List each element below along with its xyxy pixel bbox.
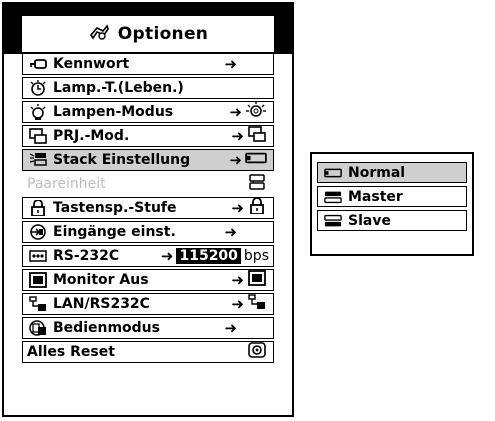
menu-header: Optionen [4, 4, 292, 54]
menu-item-label: LAN/RS232C [53, 296, 150, 312]
arrow-right-icon: ➜ [231, 295, 244, 313]
menu-item-label: Kennwort [53, 56, 130, 72]
stack-setting-submenu: Normal Master Slave [310, 152, 474, 256]
key-icon [28, 55, 48, 73]
projector-slave-icon [324, 214, 344, 228]
monitor-icon [247, 270, 267, 290]
menu-list: Kennwort ➜ Lamp.-T.(Leben.) Lampen-Modus… [22, 52, 274, 412]
padlock-icon [28, 199, 48, 217]
menu-item-lan-rs232c[interactable]: LAN/RS232C ➜ [22, 293, 274, 315]
baud-rate-value[interactable]: 115200 [176, 248, 241, 264]
arrow-right-icon: ➜ [229, 151, 242, 169]
menu-item-label: Lamp.-T.(Leben.) [53, 80, 184, 96]
options-menu: Optionen Kennwort ➜ Lamp.-T.(Leben.) Lam… [2, 2, 294, 417]
arrow-right-icon: ➜ [231, 199, 244, 217]
menu-item-kennwort[interactable]: Kennwort ➜ [22, 53, 274, 75]
submenu-item-normal[interactable]: Normal [317, 162, 467, 183]
lamp-timer-icon [28, 79, 48, 97]
input-select-icon [28, 223, 48, 241]
projection-mode-icon [28, 127, 48, 145]
arrow-right-icon: ➜ [231, 127, 244, 145]
menu-item-rs232c[interactable]: RS-232C ➜ 115200 bps [22, 245, 274, 267]
menu-item-monitor-aus[interactable]: Monitor Aus ➜ [22, 269, 274, 291]
menu-item-label: Tastensp.-Stufe [53, 200, 177, 216]
menu-item-label: Lampen-Modus [53, 104, 174, 120]
menu-item-tastensperre[interactable]: Tastensp.-Stufe ➜ [22, 197, 274, 219]
arrow-right-icon: ➜ [224, 55, 237, 73]
rs232c-port-icon [28, 247, 48, 265]
menu-item-eingaenge[interactable]: Eingänge einst. ➜ [22, 221, 274, 243]
projector-master-icon [324, 190, 344, 204]
reset-icon [247, 342, 267, 362]
projector-pair-icon [247, 174, 267, 194]
menu-item-label: Alles Reset [27, 344, 115, 360]
menu-item-label: Bedienmodus [53, 320, 160, 336]
projection-mode-icon [247, 126, 267, 146]
submenu-item-master[interactable]: Master [317, 186, 467, 207]
arrow-right-icon: ➜ [231, 271, 244, 289]
menu-item-lampen-modus[interactable]: Lampen-Modus ➜ [22, 101, 274, 123]
menu-item-lamp-timer: Lamp.-T.(Leben.) [22, 77, 274, 99]
lamp-icon [28, 103, 48, 121]
menu-item-label: RS-232C [53, 248, 120, 264]
lan-icon [28, 295, 48, 313]
arrow-right-icon: ➜ [160, 247, 174, 265]
menu-item-label: Eingänge einst. [53, 224, 176, 240]
menu-title-box: Optionen [22, 16, 274, 52]
projector-normal-icon [245, 150, 267, 170]
lan-icon [247, 294, 267, 314]
options-icon [88, 21, 110, 48]
submenu-item-label: Master [348, 188, 403, 205]
menu-item-prj-mod[interactable]: PRJ.-Mod. ➜ [22, 125, 274, 147]
submenu-item-slave[interactable]: Slave [317, 210, 467, 231]
menu-title: Optionen [117, 24, 209, 44]
menu-item-alles-reset[interactable]: Alles Reset [22, 341, 274, 363]
arrow-right-icon: ➜ [224, 319, 237, 337]
submenu-item-label: Normal [348, 164, 406, 181]
menu-item-label: Stack Einstellung [53, 152, 191, 168]
projector-normal-icon [324, 166, 344, 180]
menu-item-bedienmodus[interactable]: Bedienmodus ➜ [22, 317, 274, 339]
menu-item-label: Paareinheit [27, 176, 106, 192]
padlock-icon [247, 197, 267, 218]
stack-icon [28, 151, 48, 169]
submenu-item-label: Slave [348, 212, 391, 229]
operation-mode-icon [28, 319, 48, 337]
submenu-list: Normal Master Slave [317, 159, 467, 249]
menu-item-label: PRJ.-Mod. [53, 128, 130, 144]
menu-item-paareinheit: Paareinheit [22, 173, 274, 195]
lamp-eco-icon [245, 102, 267, 122]
menu-item-label: Monitor Aus [53, 272, 149, 288]
arrow-right-icon: ➜ [229, 103, 242, 121]
monitor-icon [28, 271, 48, 289]
arrow-right-icon: ➜ [224, 223, 237, 241]
baud-rate-unit: bps [243, 248, 269, 264]
menu-item-stack-einstellung[interactable]: Stack Einstellung ➜ [22, 149, 274, 171]
